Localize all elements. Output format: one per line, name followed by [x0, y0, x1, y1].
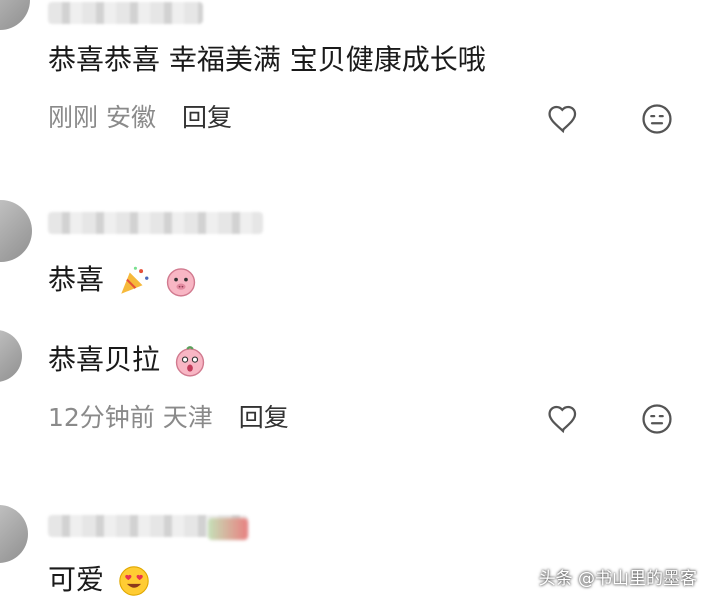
- comment-text-content: 恭喜: [48, 263, 105, 296]
- comment-time: 刚刚: [48, 103, 99, 132]
- avatar[interactable]: [0, 505, 28, 563]
- comment-text-content: 恭喜贝拉: [48, 343, 161, 376]
- pig-face-emoji: [166, 268, 195, 297]
- comment-location: 天津: [162, 403, 213, 432]
- comment-text: 恭喜恭喜 幸福美满 宝贝健康成长哦: [48, 43, 486, 76]
- comment-time: 12分钟前: [48, 403, 155, 432]
- user-badge-blurred: [208, 518, 248, 540]
- comment-meta: 12分钟前 天津 回复: [48, 402, 289, 434]
- party-popper-emoji: [121, 266, 149, 294]
- comment-location: 安徽: [105, 103, 156, 132]
- avatar[interactable]: [0, 0, 30, 30]
- reply-button[interactable]: 回复: [239, 403, 289, 432]
- comment-text: 可爱: [48, 562, 151, 598]
- heart-icon[interactable]: [546, 402, 580, 436]
- watermark: 头条 @书山里的墨客: [538, 569, 697, 589]
- avatar[interactable]: [0, 330, 22, 382]
- pig-face-emoji: [175, 346, 205, 377]
- heart-eyes-emoji: [119, 566, 149, 596]
- smiley-icon[interactable]: [640, 102, 674, 136]
- username-blurred[interactable]: [48, 212, 263, 234]
- comment-meta: 刚刚 安徽 回复: [48, 102, 232, 134]
- comment-text-content: 可爱: [48, 563, 105, 596]
- avatar[interactable]: [0, 200, 32, 262]
- reply-button[interactable]: 回复: [182, 103, 232, 132]
- heart-icon[interactable]: [546, 102, 580, 136]
- username-blurred[interactable]: [48, 2, 203, 24]
- comment-text: 恭喜贝拉: [48, 342, 207, 378]
- smiley-icon[interactable]: [640, 402, 674, 436]
- comment-text: 恭喜: [48, 262, 198, 298]
